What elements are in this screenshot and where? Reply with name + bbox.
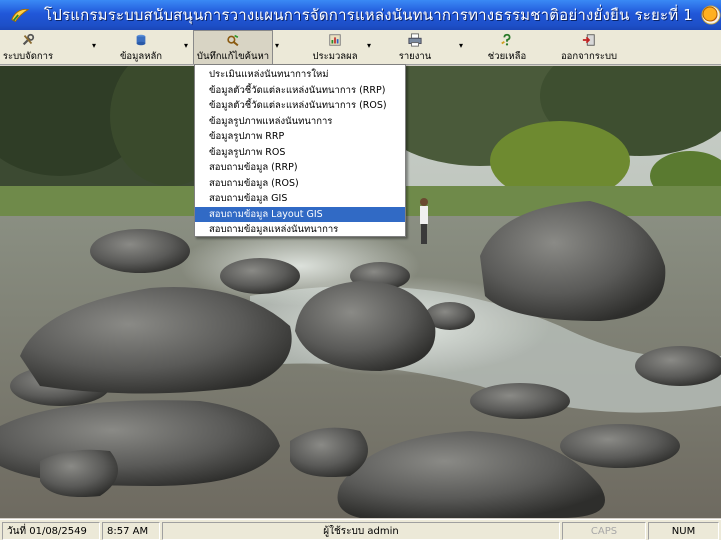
chevron-down-icon[interactable]: ▾ bbox=[367, 41, 371, 50]
toolbar-label: ข้อมูลหลัก bbox=[119, 51, 163, 62]
menu-item-rrp-images[interactable]: ข้อมูลรูปภาพ RRP bbox=[195, 129, 405, 145]
exit-icon bbox=[582, 34, 595, 46]
database-icon bbox=[136, 34, 146, 46]
menu-item-query-ros[interactable]: สอบถามข้อมูล (ROS) bbox=[195, 176, 405, 192]
menu-item-indicator-ros[interactable]: ข้อมูลตัวชี้วัดแต่ละแหล่งนันทนาการ (ROS) bbox=[195, 98, 405, 114]
menu-item-query-layout-gis[interactable]: สอบถามข้อมูล Layout GIS bbox=[195, 206, 405, 222]
toolbar-master-data[interactable]: ข้อมูลหลัก bbox=[116, 30, 166, 64]
app-icon bbox=[11, 8, 30, 22]
menu-item-site-images[interactable]: ข้อมูลรูปภาพแหล่งนันทนาการ bbox=[195, 114, 405, 130]
main-toolbar: ระบบจัดการ ▾ ข้อมูลหลัก ▾ บันทึกแก้ไขค้น… bbox=[0, 30, 721, 65]
toolbar-label: ออกจากระบบ bbox=[560, 51, 618, 62]
toolbar-report[interactable]: รายงาน bbox=[395, 30, 435, 64]
toolbar-label: รายงาน bbox=[398, 51, 432, 62]
printer-icon bbox=[408, 33, 422, 47]
status-bar: วันที่ 01/08/2549 8:57 AM ผู้ใช้ระบบ adm… bbox=[0, 519, 721, 540]
tools-icon bbox=[22, 33, 35, 46]
menu-item-query-rrp[interactable]: สอบถามข้อมูล (RRP) bbox=[195, 160, 405, 176]
status-caps: CAPS bbox=[562, 522, 646, 540]
menu-item-indicator-rrp[interactable]: ข้อมูลตัวชี้วัดแต่ละแหล่งนันทนาการ (RRP) bbox=[195, 83, 405, 99]
toolbar-label: บันทึกแก้ไขค้นหา bbox=[196, 51, 270, 62]
toolbar-system-manage[interactable]: ระบบจัดการ bbox=[2, 30, 54, 64]
edit-search-dropdown-menu: ประเมินแหล่งนันทนาการใหม่ ข้อมูลตัวชี้วั… bbox=[194, 64, 406, 237]
toolbar-label: ช่วยเหลือ bbox=[487, 51, 527, 62]
menu-item-ros-images[interactable]: ข้อมูลรูปภาพ ROS bbox=[195, 145, 405, 161]
process-icon bbox=[329, 34, 341, 46]
chevron-down-icon[interactable]: ▾ bbox=[459, 41, 463, 50]
window-title: โปรแกรมระบบสนับสนุนการวางแผนการจัดการแหล… bbox=[43, 6, 694, 24]
title-bar: โปรแกรมระบบสนับสนุนการวางแผนการจัดการแหล… bbox=[0, 0, 721, 30]
toolbar-logout[interactable]: ออกจากระบบ bbox=[556, 30, 622, 64]
status-num: NUM bbox=[648, 522, 719, 540]
menu-item-query-gis[interactable]: สอบถามข้อมูล GIS bbox=[195, 191, 405, 207]
toolbar-help[interactable]: ช่วยเหลือ bbox=[484, 30, 530, 64]
toolbar-edit-search[interactable]: บันทึกแก้ไขค้นหา bbox=[193, 30, 273, 64]
menu-item-new-assessment[interactable]: ประเมินแหล่งนันทนาการใหม่ bbox=[195, 67, 405, 83]
chevron-down-icon[interactable]: ▾ bbox=[92, 41, 96, 50]
menu-item-query-sites[interactable]: สอบถามข้อมูลแหล่งนันทนาการ bbox=[195, 222, 405, 238]
toolbar-label: ประมวลผล bbox=[312, 51, 358, 62]
status-time: 8:57 AM bbox=[102, 522, 160, 540]
tray-icon[interactable] bbox=[701, 5, 719, 23]
edit-search-icon bbox=[227, 34, 239, 47]
help-icon bbox=[501, 33, 511, 46]
status-date: วันที่ 01/08/2549 bbox=[2, 522, 100, 540]
status-user: ผู้ใช้ระบบ admin bbox=[162, 522, 560, 540]
toolbar-label: ระบบจัดการ bbox=[2, 51, 54, 62]
chevron-down-icon[interactable]: ▾ bbox=[275, 41, 279, 50]
chevron-down-icon[interactable]: ▾ bbox=[184, 41, 188, 50]
toolbar-process[interactable]: ประมวลผล bbox=[310, 30, 360, 64]
